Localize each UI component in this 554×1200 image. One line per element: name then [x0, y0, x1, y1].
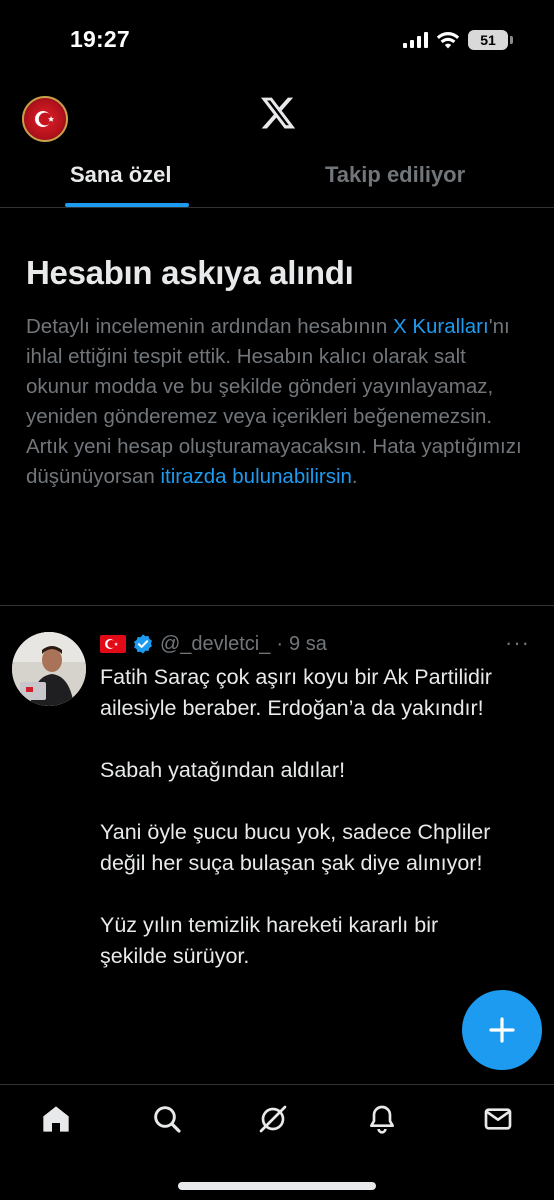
turkish-flag-icon	[35, 111, 55, 127]
timeline-tabs: Sana özel Takip ediliyor	[0, 146, 554, 208]
tab-following[interactable]: Takip ediliyor	[325, 162, 465, 188]
nav-grok[interactable]	[257, 1103, 289, 1135]
tab-for-you[interactable]: Sana özel	[70, 162, 171, 188]
cellular-signal-icon	[403, 32, 428, 48]
messages-icon	[484, 1108, 512, 1130]
plus-icon	[489, 1017, 515, 1043]
suspension-notice: Hesabın askıya alındı Detaylı incelemeni…	[0, 208, 554, 606]
post-author-avatar[interactable]	[12, 632, 86, 706]
appeal-link[interactable]: itirazda bulunabilirsin	[160, 465, 351, 488]
profile-avatar[interactable]	[22, 96, 68, 142]
notice-body: Detaylı incelemenin ardından hesabının X…	[26, 312, 530, 492]
notice-text-2: 'nı ihlal ettiğini tespit ettik. Hesabın…	[26, 315, 522, 488]
nav-home[interactable]	[40, 1103, 72, 1135]
notice-title: Hesabın askıya alındı	[26, 254, 354, 291]
home-indicator	[178, 1182, 376, 1190]
grok-icon	[259, 1105, 287, 1133]
post-more-icon[interactable]: ···	[505, 630, 530, 656]
home-icon	[43, 1106, 69, 1132]
status-bar: 19:27 51	[0, 0, 554, 86]
wifi-icon	[436, 32, 460, 49]
active-tab-indicator	[65, 203, 189, 207]
notice-text-end: .	[351, 465, 358, 488]
notice-text-1: Detaylı incelemenin ardından hesabının	[26, 315, 393, 338]
search-icon	[154, 1106, 181, 1133]
status-icons: 51	[403, 30, 513, 50]
battery-level: 51	[480, 32, 496, 48]
nav-messages[interactable]	[482, 1103, 514, 1135]
x-logo-icon[interactable]	[259, 94, 297, 132]
battery-icon: 51	[468, 30, 513, 50]
meta-separator: ·	[276, 632, 284, 655]
post-meta: @_devletci_ · 9 sa	[100, 630, 327, 658]
status-time: 19:27	[70, 26, 130, 52]
author-photo	[12, 632, 86, 706]
notifications-icon	[370, 1105, 394, 1134]
top-header	[0, 86, 554, 146]
x-rules-link[interactable]: X Kuralları	[393, 315, 489, 338]
nav-search[interactable]	[151, 1103, 183, 1135]
nav-notifications[interactable]	[366, 1103, 398, 1135]
turkish-flag-emoji-icon	[100, 635, 126, 653]
post-handle[interactable]: @_devletci_	[160, 633, 270, 656]
verified-badge-icon	[134, 634, 152, 654]
post-text: Fatih Saraç çok aşırı koyu bir Ak Partil…	[100, 665, 492, 968]
compose-post-button[interactable]	[462, 990, 542, 1070]
post-time[interactable]: 9 sa	[289, 633, 327, 656]
